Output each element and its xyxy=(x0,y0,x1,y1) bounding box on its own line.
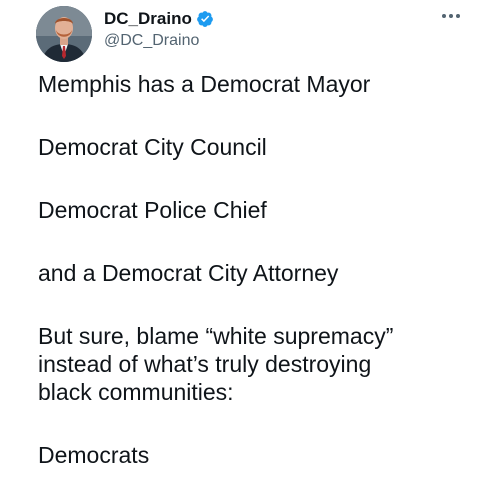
tweet-card: DC_Draino @DC_Draino Memphis has a Democ… xyxy=(0,0,500,499)
tweet-paragraph: Democrat Police Chief xyxy=(38,197,267,223)
author-display-name[interactable]: DC_Draino xyxy=(104,8,192,30)
tweet-text: Memphis has a Democrat Mayor Democrat Ci… xyxy=(38,70,478,469)
tweet-paragraph: Memphis has a Democrat Mayor xyxy=(38,71,371,97)
tweet-paragraph: But sure, blame “white supremacy” instea… xyxy=(38,323,394,405)
more-dots-icon xyxy=(442,14,460,18)
tweet-paragraph: Democrats xyxy=(38,442,150,468)
more-options-button[interactable] xyxy=(440,8,462,24)
author-name-row[interactable]: DC_Draino xyxy=(104,8,214,30)
verified-badge-icon xyxy=(196,11,213,27)
avatar[interactable] xyxy=(36,6,92,62)
profile-photo-icon xyxy=(36,6,92,62)
author-handle[interactable]: @DC_Draino xyxy=(104,31,199,51)
tweet-paragraph: and a Democrat City Attorney xyxy=(38,260,339,286)
tweet-paragraph: Democrat City Council xyxy=(38,134,267,160)
